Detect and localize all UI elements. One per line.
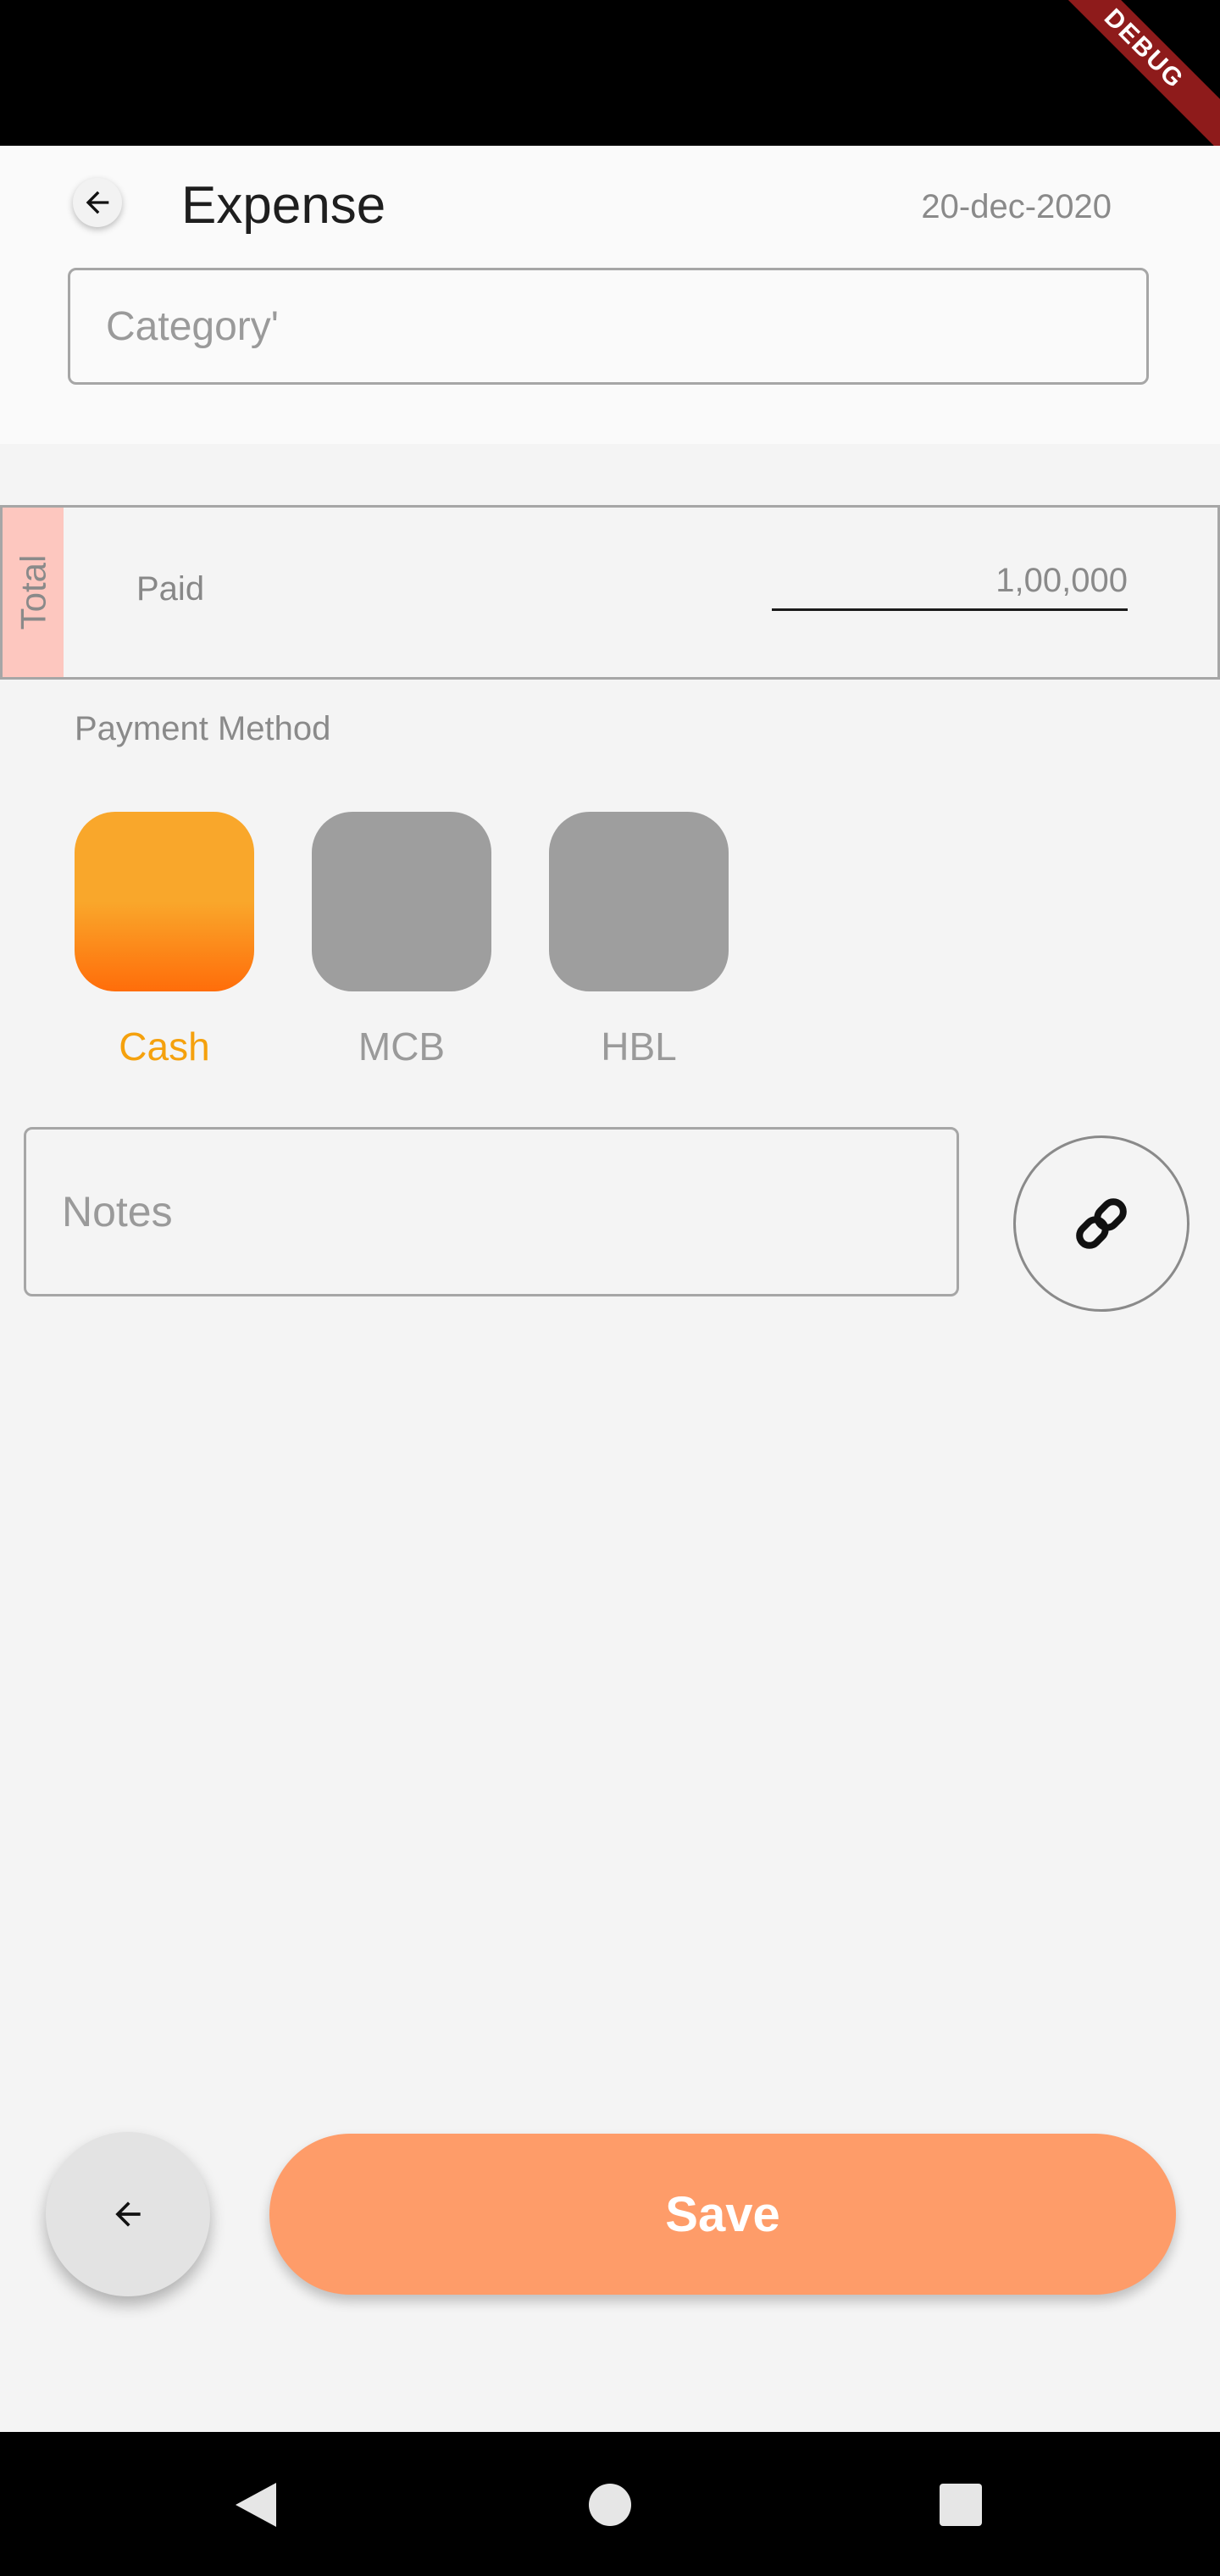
page-title: Expense	[181, 176, 386, 235]
link-icon	[1076, 1198, 1127, 1249]
date-display[interactable]: 20-dec-2020	[921, 186, 1112, 227]
total-tab-label: Total	[13, 554, 53, 630]
recents-square-icon[interactable]	[937, 2479, 984, 2530]
payment-tile-hbl[interactable]	[549, 812, 729, 991]
payment-option-mcb[interactable]: MCB	[312, 812, 491, 1069]
footer-back-button[interactable]	[46, 2132, 210, 2296]
arrow-left-icon	[115, 2201, 141, 2227]
category-input[interactable]: Category'	[68, 268, 1149, 385]
payment-option-hbl[interactable]: HBL	[549, 812, 729, 1069]
paid-amount-input[interactable]: 1,00,000	[772, 555, 1128, 611]
category-placeholder: Category'	[106, 303, 279, 349]
status-bar	[0, 0, 1220, 146]
system-nav-bar	[0, 2432, 1220, 2576]
payment-option-label: Cash	[119, 1024, 210, 1069]
payment-option-label: HBL	[601, 1024, 677, 1069]
save-button[interactable]: Save	[269, 2134, 1176, 2295]
payment-option-label: MCB	[358, 1024, 446, 1069]
total-card: Total Paid 1,00,000	[0, 505, 1220, 680]
payment-method-label: Payment Method	[75, 710, 331, 747]
payment-option-cash[interactable]: Cash	[75, 812, 254, 1069]
attach-link-button[interactable]	[1013, 1135, 1190, 1312]
arrow-left-icon	[86, 191, 109, 214]
total-tab: Total	[3, 508, 64, 677]
notes-placeholder: Notes	[62, 1188, 173, 1235]
payment-tile-cash[interactable]	[75, 812, 254, 991]
home-circle-icon[interactable]	[586, 2479, 634, 2530]
payment-tile-mcb[interactable]	[312, 812, 491, 991]
paid-label: Paid	[136, 570, 205, 608]
back-triangle-icon[interactable]	[232, 2479, 280, 2530]
header-back-button[interactable]	[73, 178, 122, 227]
notes-input[interactable]: Notes	[24, 1127, 959, 1296]
